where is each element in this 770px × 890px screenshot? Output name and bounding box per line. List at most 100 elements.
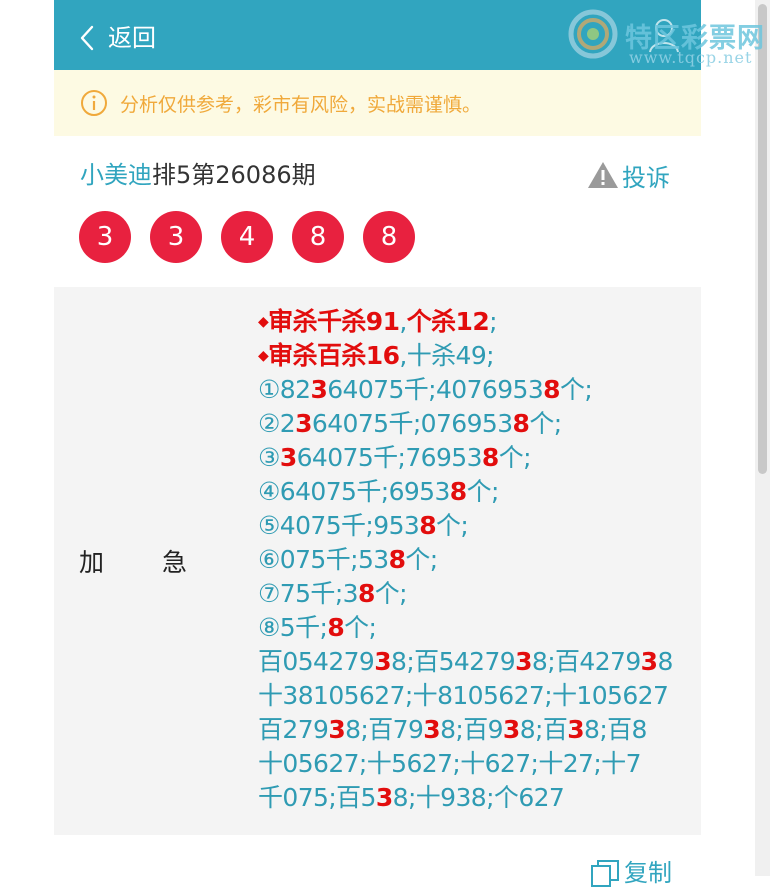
highlight-number: 8 <box>449 477 467 506</box>
report-button[interactable]: 投诉 <box>586 158 670 192</box>
highlight-number: 3 <box>423 715 441 744</box>
highlight-number: 8 <box>512 409 530 438</box>
site-watermark: 特区彩票网 www.tqcp.net <box>567 6 767 68</box>
diamond-icon: ◆ <box>258 348 269 364</box>
highlight-number: 个杀12 <box>406 307 490 336</box>
analysis-segment: 8 <box>657 647 673 676</box>
row-label-char: 急 <box>161 548 189 577</box>
highlight-number: 3 <box>502 715 520 744</box>
analysis-segment: ⑥075千;53 <box>258 545 389 574</box>
result-ball: 3 <box>150 211 202 263</box>
analysis-segment: 个; <box>498 443 532 472</box>
analysis-segment: 8;百9 <box>440 715 503 744</box>
result-ball: 8 <box>363 211 415 263</box>
analysis-segment: 个; <box>466 477 500 506</box>
analysis-line: 千075;百538;十938;个627 <box>258 781 698 815</box>
highlight-number: 3 <box>375 783 393 812</box>
highlight-number: 3 <box>295 409 312 438</box>
analysis-segment: ,十杀49; <box>399 341 494 370</box>
highlight-number: 3 <box>328 715 346 744</box>
analysis-segment: 64075千;076953 <box>311 409 513 438</box>
scrollbar-thumb[interactable] <box>758 4 767 474</box>
highlight-number: 3 <box>279 443 297 472</box>
row-label-char: 加 <box>79 548 107 577</box>
analysis-segment: 个; <box>559 375 593 404</box>
highlight-number: 审杀百杀16 <box>268 341 400 370</box>
analysis-text: ◆审杀千杀91,个杀12; ◆审杀百杀16,十杀49; ①82364075千;407… <box>258 305 698 815</box>
diamond-icon: ◆ <box>258 314 269 330</box>
logo-icon <box>568 9 618 59</box>
analysis-line: ⑥075千;538个; <box>258 543 698 577</box>
analysis-segment: 十38105627;十8105627;十105627 <box>258 681 669 710</box>
analysis-segment: ⑧5千; <box>258 613 328 642</box>
highlight-number: 8 <box>357 579 375 608</box>
analysis-segment: 8;百 <box>519 715 568 744</box>
chevron-left-icon <box>80 25 94 51</box>
analysis-line: 十38105627;十8105627;十105627 <box>258 679 698 713</box>
highlight-number: 8 <box>419 511 436 540</box>
analysis-line: ⑦75千;38个; <box>258 577 698 611</box>
highlight-number: 3 <box>640 647 658 676</box>
copy-icon <box>591 860 619 887</box>
analysis-segment: ③ <box>258 443 280 472</box>
analysis-segment: 个; <box>374 579 408 608</box>
analysis-line: 十05627;十5627;十627;十27;十7 <box>258 747 698 781</box>
analysis-panel: 加 急 ◆审杀千杀91,个杀12; ◆审杀百杀16,十杀49; ①82364075千… <box>54 287 701 835</box>
analysis-segment: 64075千;76953 <box>296 443 483 472</box>
warning-text: 分析仅供参考，彩市有风险，实战需谨慎。 <box>120 93 482 116</box>
analysis-line: ④64075千;69538个; <box>258 475 698 509</box>
highlight-number: 审杀千杀91 <box>268 307 400 336</box>
highlight-number: 3 <box>374 647 392 676</box>
analysis-segment: 百279 <box>258 715 329 744</box>
watermark-url: www.tqcp.net <box>629 48 753 67</box>
analysis-segment: 个; <box>344 613 377 642</box>
analysis-line: ◆审杀百杀16,十杀49; <box>258 339 698 373</box>
page: 返回 分析仅供参考，彩市有风险，实战需谨慎。 小美迪排5第26086期 投诉 3… <box>54 0 701 887</box>
result-ball: 8 <box>292 211 344 263</box>
highlight-number: 8 <box>388 545 406 574</box>
highlight-number: 3 <box>567 715 585 744</box>
analysis-segment: 8;百54279 <box>391 647 516 676</box>
analysis-segment: 百054279 <box>258 647 375 676</box>
analysis-line: 百05427938;百5427938;百427938 <box>258 645 698 679</box>
analysis-segment: ⑤4075千;953 <box>258 511 420 540</box>
analysis-line: 百27938;百7938;百938;百38;百8 <box>258 713 698 747</box>
analysis-segment: 64075千;4076953 <box>327 375 544 404</box>
issue-title: 小美迪排5第26086期 <box>80 158 316 192</box>
analysis-line: ◆审杀千杀91,个杀12; <box>258 305 698 339</box>
analysis-segment: ①82 <box>258 375 311 404</box>
analysis-segment: ②2 <box>258 409 296 438</box>
copy-label: 复制 <box>624 859 672 887</box>
analysis-line: ③364075千;769538个; <box>258 441 698 475</box>
author-link[interactable]: 小美迪 <box>80 161 152 189</box>
analysis-segment: 8;百8 <box>584 715 647 744</box>
back-label: 返回 <box>108 24 156 52</box>
analysis-segment: ; <box>489 307 497 336</box>
draw-result-balls: 3 3 4 8 8 <box>79 211 434 263</box>
analysis-segment: , <box>399 307 407 336</box>
info-icon <box>81 90 107 116</box>
issue-number: 排5第26086期 <box>152 161 316 189</box>
analysis-segment: 8;百79 <box>345 715 424 744</box>
copy-button[interactable]: 复制 <box>588 856 672 890</box>
highlight-number: 3 <box>310 375 328 404</box>
analysis-segment: 8;十938;个627 <box>392 783 565 812</box>
analysis-segment: 个; <box>405 545 438 574</box>
analysis-line: ⑤4075千;9538个; <box>258 509 698 543</box>
analysis-segment: 8;百4279 <box>531 647 641 676</box>
highlight-number: 8 <box>327 613 345 642</box>
analysis-line: ⑧5千;8个; <box>258 611 698 645</box>
row-label: 加 急 <box>79 543 189 579</box>
result-ball: 4 <box>221 211 273 263</box>
analysis-segment: 千075;百5 <box>258 783 376 812</box>
back-button[interactable]: 返回 <box>78 20 156 56</box>
analysis-segment: 个; <box>529 409 562 438</box>
highlight-number: 8 <box>481 443 499 472</box>
analysis-line: ①82364075千;40769538个; <box>258 373 698 407</box>
analysis-segment: ⑦75千;3 <box>258 579 359 608</box>
analysis-segment: ④64075千;6953 <box>258 477 450 506</box>
analysis-segment: 个; <box>435 511 469 540</box>
risk-warning-banner: 分析仅供参考，彩市有风险，实战需谨慎。 <box>54 70 701 136</box>
highlight-number: 8 <box>543 375 560 404</box>
analysis-segment: 十05627;十5627;十627;十27;十7 <box>258 749 641 778</box>
